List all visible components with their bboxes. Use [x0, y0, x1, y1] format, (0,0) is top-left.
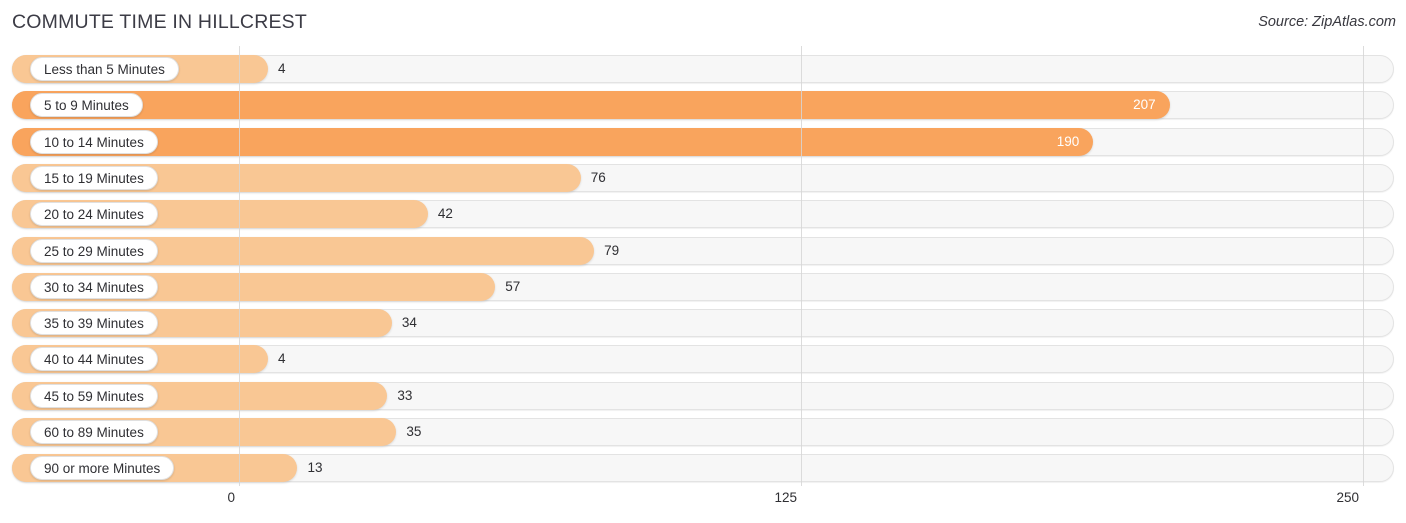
- chart-container: COMMUTE TIME IN HILLCREST Source: ZipAtl…: [0, 0, 1406, 523]
- bar-value-label: 76: [590, 169, 606, 185]
- bar-value-label: 33: [397, 387, 413, 403]
- bar-row[interactable]: 4 40 to 44 Minutes: [12, 345, 1394, 374]
- category-label[interactable]: 90 or more Minutes: [30, 456, 175, 481]
- source-attribution: Source: ZipAtlas.com: [1258, 14, 1396, 30]
- category-label[interactable]: 25 to 29 Minutes: [30, 238, 158, 263]
- bar-row[interactable]: 35 60 to 89 Minutes: [12, 418, 1394, 446]
- bar-value-label: 207: [1133, 97, 1156, 113]
- bar-value-label: 190: [1056, 133, 1080, 149]
- category-label[interactable]: Less than 5 Minutes: [30, 57, 179, 81]
- bar-value-label: 4: [278, 61, 286, 76]
- category-label[interactable]: 10 to 14 Minutes: [30, 129, 158, 154]
- bar-value-label: 57: [505, 278, 521, 294]
- category-label[interactable]: 20 to 24 Minutes: [30, 202, 158, 227]
- bar-row[interactable]: 33 45 to 59 Minutes: [12, 381, 1394, 410]
- category-label[interactable]: 45 to 59 Minutes: [30, 383, 158, 408]
- category-label[interactable]: 5 to 9 Minutes: [30, 93, 143, 118]
- bar-value-label: 79: [604, 242, 620, 258]
- bar-row[interactable]: 42 20 to 24 Minutes: [12, 200, 1394, 229]
- category-label[interactable]: 15 to 19 Minutes: [30, 165, 158, 190]
- category-label[interactable]: 35 to 39 Minutes: [30, 311, 158, 336]
- bar-row[interactable]: 4 Less than 5 Minutes: [12, 55, 1394, 83]
- page-title: COMMUTE TIME IN HILLCREST: [12, 11, 307, 33]
- bar[interactable]: 190: [12, 127, 1094, 156]
- bar-row[interactable]: 207 5 to 9 Minutes: [12, 91, 1394, 120]
- bar-value-label: 4: [278, 351, 286, 367]
- category-label[interactable]: 60 to 89 Minutes: [30, 420, 158, 444]
- plot-area: 4 Less than 5 Minutes 207 5 to 9 Minutes 190…: [0, 46, 1406, 486]
- bar-value-label: 13: [307, 460, 323, 476]
- bar[interactable]: 207: [12, 91, 1170, 120]
- x-axis-tick-label: 0: [227, 490, 235, 505]
- bar-row[interactable]: 76 15 to 19 Minutes: [12, 163, 1394, 192]
- bar-value-label: 35: [406, 424, 422, 439]
- category-label[interactable]: 30 to 34 Minutes: [30, 274, 158, 299]
- x-axis-tick-label: 125: [774, 490, 797, 505]
- bar-value-label: 42: [437, 206, 453, 222]
- bar-value-label: 34: [401, 315, 417, 331]
- x-axis-tick-label: 250: [1336, 490, 1359, 505]
- bar-row[interactable]: 57 30 to 34 Minutes: [12, 272, 1394, 301]
- bar-rows: 4 Less than 5 Minutes 207 5 to 9 Minutes 190…: [0, 46, 1406, 486]
- bar-row[interactable]: 190 10 to 14 Minutes: [12, 127, 1394, 156]
- category-label[interactable]: 40 to 44 Minutes: [30, 347, 158, 372]
- bar-row[interactable]: 79 25 to 29 Minutes: [12, 236, 1394, 265]
- bar-row[interactable]: 34 35 to 39 Minutes: [12, 309, 1394, 338]
- bar-row[interactable]: 13 90 or more Minutes: [12, 454, 1394, 483]
- x-axis: 0 125 250: [0, 486, 1406, 523]
